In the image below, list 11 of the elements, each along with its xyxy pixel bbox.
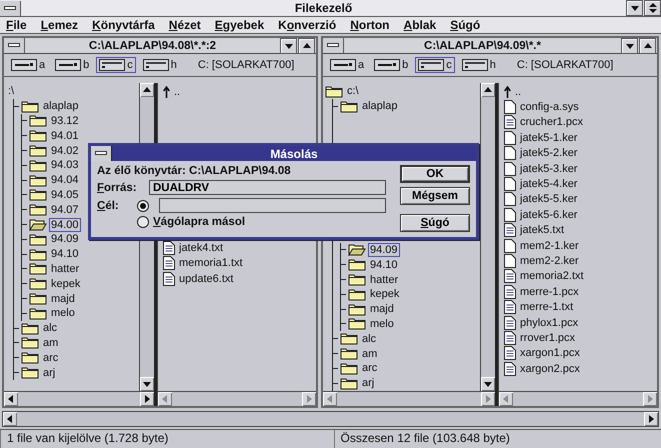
window-title: Filekezelő: [294, 1, 354, 15]
target-label: Cél:: [97, 200, 120, 212]
status-text: Összesen 12 file (103.648 byte): [334, 430, 661, 448]
volume-label: C: [SOLARKAT700]: [516, 59, 614, 71]
directory-window-title: C:\ALAPLAP\94.09\*.*: [423, 40, 542, 52]
dialog-title: Másolás: [269, 146, 319, 160]
volume-label: C: [SOLARKAT700]: [198, 59, 294, 71]
current-directory-text: Az élő könyvtár: C:\ALAPLAP\94.08: [97, 165, 292, 177]
directory-window-title: C:\ALAPLAP\94.08\*.*:2: [88, 40, 218, 52]
status-text: 1 file van kijelölve (1.728 byte): [0, 430, 328, 448]
source-label: Forrás:: [97, 182, 133, 194]
